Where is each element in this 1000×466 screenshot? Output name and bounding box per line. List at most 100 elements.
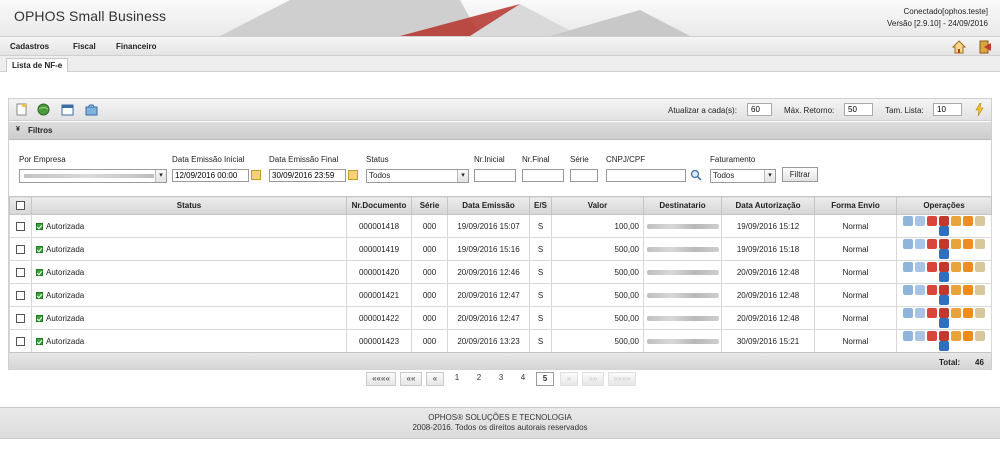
serie-input[interactable] (570, 169, 598, 182)
page-last-button[interactable]: »»»» (608, 372, 636, 386)
globe-icon[interactable] (37, 103, 50, 116)
info-icon[interactable] (939, 249, 949, 259)
exit-icon[interactable] (978, 40, 992, 54)
pdf-icon[interactable] (939, 308, 949, 318)
page-1[interactable]: 1 (448, 372, 466, 386)
refresh-interval-input[interactable] (747, 103, 772, 116)
page-5-current[interactable]: 5 (536, 372, 554, 386)
pdf-icon[interactable] (939, 239, 949, 249)
copy-icon[interactable] (915, 331, 925, 341)
calendar-icon[interactable] (251, 170, 261, 180)
xml-icon[interactable] (951, 262, 961, 272)
nr-inicial-input[interactable] (474, 169, 516, 182)
row-checkbox[interactable] (16, 290, 25, 300)
row-checkbox[interactable] (16, 244, 25, 254)
magnify-icon[interactable] (903, 216, 913, 226)
email-icon[interactable] (975, 262, 985, 272)
cancel-icon[interactable] (927, 216, 937, 226)
col-status[interactable]: Status (31, 196, 347, 215)
col-data-autorizacao[interactable]: Data Autorização (721, 196, 815, 215)
magnify-icon[interactable] (903, 285, 913, 295)
xml-icon[interactable] (951, 331, 961, 341)
rss-icon[interactable] (963, 216, 973, 226)
table-row[interactable]: Autorizada 000001423 000 20/09/2016 13:23 S 5… (9, 329, 992, 353)
calendar-icon[interactable] (61, 103, 74, 116)
cancel-icon[interactable] (927, 262, 937, 272)
calendar-icon[interactable] (348, 170, 358, 180)
email-icon[interactable] (975, 308, 985, 318)
col-data-emissao[interactable]: Data Emissão (447, 196, 530, 215)
info-icon[interactable] (939, 226, 949, 236)
col-valor[interactable]: Valor (551, 196, 644, 215)
page-4[interactable]: 4 (514, 372, 532, 386)
list-size-input[interactable] (933, 103, 962, 116)
col-es[interactable]: E/S (529, 196, 552, 215)
cancel-icon[interactable] (927, 308, 937, 318)
table-row[interactable]: Autorizada 000001421 000 20/09/2016 12:47 S 5… (9, 283, 992, 307)
nr-final-input[interactable] (522, 169, 564, 182)
cancel-icon[interactable] (927, 331, 937, 341)
menu-cadastros[interactable]: Cadastros (10, 42, 49, 51)
page-next-button[interactable]: » (560, 372, 578, 386)
copy-icon[interactable] (915, 239, 925, 249)
data-inicial-input[interactable] (172, 169, 249, 182)
refresh-folder-icon[interactable] (85, 103, 98, 116)
empresa-select[interactable]: ▾ (19, 169, 167, 183)
cancel-icon[interactable] (927, 239, 937, 249)
max-return-input[interactable] (844, 103, 873, 116)
copy-icon[interactable] (915, 285, 925, 295)
col-nr-documento[interactable]: Nr.Documento (346, 196, 412, 215)
menu-financeiro[interactable]: Financeiro (116, 42, 156, 51)
select-all-checkbox[interactable] (16, 201, 25, 211)
table-row[interactable]: Autorizada 000001418 000 19/09/2016 15:07 S 1… (9, 214, 992, 238)
faturamento-select[interactable]: Todos ▾ (710, 169, 776, 183)
page-2[interactable]: 2 (470, 372, 488, 386)
search-icon[interactable] (690, 169, 702, 181)
magnify-icon[interactable] (903, 239, 913, 249)
status-select[interactable]: Todos ▾ (366, 169, 469, 183)
email-icon[interactable] (975, 285, 985, 295)
filter-button[interactable]: Filtrar (782, 167, 818, 182)
home-icon[interactable] (952, 40, 966, 54)
page-3[interactable]: 3 (492, 372, 510, 386)
xml-icon[interactable] (951, 239, 961, 249)
col-serie[interactable]: Série (411, 196, 448, 215)
rss-icon[interactable] (963, 308, 973, 318)
info-icon[interactable] (939, 341, 949, 351)
info-icon[interactable] (939, 318, 949, 328)
table-row[interactable]: Autorizada 000001419 000 19/09/2016 15:16 S 5… (9, 237, 992, 261)
email-icon[interactable] (975, 216, 985, 226)
row-checkbox[interactable] (16, 336, 25, 346)
pdf-icon[interactable] (939, 262, 949, 272)
magnify-icon[interactable] (903, 308, 913, 318)
table-row[interactable]: Autorizada 000001422 000 20/09/2016 12:47 S 5… (9, 306, 992, 330)
cnpj-input[interactable] (606, 169, 686, 182)
xml-icon[interactable] (951, 285, 961, 295)
info-icon[interactable] (939, 272, 949, 282)
pdf-icon[interactable] (939, 216, 949, 226)
row-checkbox[interactable] (16, 221, 25, 231)
pdf-icon[interactable] (939, 331, 949, 341)
rss-icon[interactable] (963, 331, 973, 341)
magnify-icon[interactable] (903, 262, 913, 272)
magnify-icon[interactable] (903, 331, 913, 341)
email-icon[interactable] (975, 239, 985, 249)
tab-lista-nfe[interactable]: Lista de NF-e (6, 58, 69, 72)
page-next-block-button[interactable]: »» (582, 372, 604, 386)
copy-icon[interactable] (915, 216, 925, 226)
copy-icon[interactable] (915, 262, 925, 272)
rss-icon[interactable] (963, 285, 973, 295)
table-row[interactable]: Autorizada 000001420 000 20/09/2016 12:46 S 5… (9, 260, 992, 284)
info-icon[interactable] (939, 295, 949, 305)
menu-fiscal[interactable]: Fiscal (73, 42, 96, 51)
row-checkbox[interactable] (16, 267, 25, 277)
col-destinatario[interactable]: Destinatario (643, 196, 722, 215)
page-first-button[interactable]: «««« (366, 372, 396, 386)
page-prev-button[interactable]: « (426, 372, 444, 386)
row-checkbox[interactable] (16, 313, 25, 323)
lightning-icon[interactable] (973, 103, 986, 116)
data-final-input[interactable] (269, 169, 346, 182)
pdf-icon[interactable] (939, 285, 949, 295)
xml-icon[interactable] (951, 216, 961, 226)
copy-icon[interactable] (915, 308, 925, 318)
